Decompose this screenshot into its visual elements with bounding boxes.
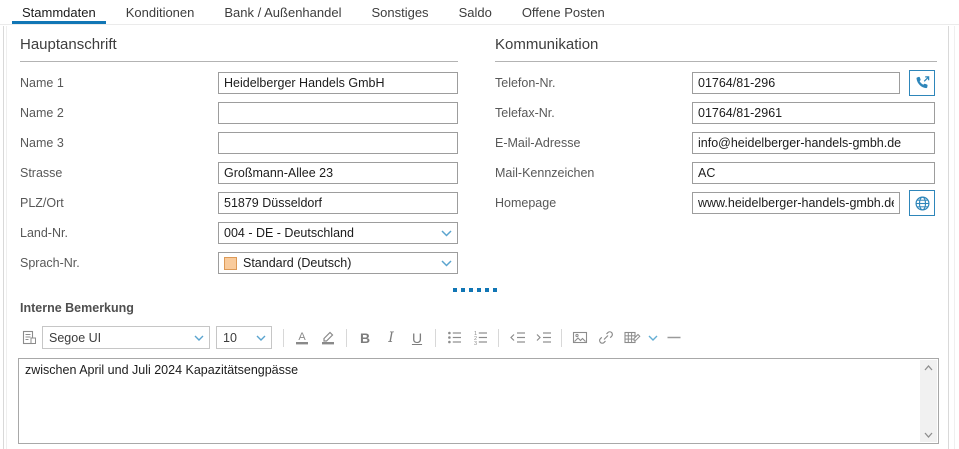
- label-name2: Name 2: [20, 106, 64, 120]
- underline-button[interactable]: U: [405, 326, 429, 350]
- land-nr-value: 004 - DE - Deutschland: [224, 226, 354, 240]
- font-family-value: Segoe UI: [49, 331, 101, 345]
- label-name1: Name 1: [20, 76, 64, 90]
- tab-konditionen[interactable]: Konditionen: [116, 0, 205, 24]
- tab-offene-posten[interactable]: Offene Posten: [512, 0, 615, 24]
- sprach-nr-select[interactable]: Standard (Deutsch): [218, 252, 458, 274]
- remark-editor[interactable]: zwischen April und Juli 2024 Kapazitätse…: [18, 358, 939, 444]
- panel-border-left: [3, 26, 4, 449]
- insert-image-button[interactable]: [568, 326, 592, 350]
- indent-icon: [534, 329, 553, 346]
- label-homepage: Homepage: [495, 196, 556, 210]
- insert-table-icon: [623, 329, 642, 346]
- remark-text: zwischen April und Juli 2024 Kapazitätse…: [25, 363, 912, 377]
- svg-text:3: 3: [474, 341, 477, 346]
- toolbar-separator: [283, 329, 284, 347]
- chevron-down-icon: [441, 230, 452, 237]
- insert-field-icon: [21, 329, 38, 346]
- horizontal-line-button[interactable]: [662, 326, 686, 350]
- section-title-hauptanschrift: Hauptanschrift: [20, 36, 458, 62]
- label-email: E-Mail-Adresse: [495, 136, 580, 150]
- horizontal-line-icon: [666, 329, 682, 346]
- bold-button[interactable]: B: [353, 326, 377, 350]
- tab-sonstiges[interactable]: Sonstiges: [361, 0, 438, 24]
- highlight-color-icon: [320, 329, 336, 346]
- strasse-input[interactable]: [218, 162, 458, 184]
- tab-saldo[interactable]: Saldo: [449, 0, 502, 24]
- svg-text:A: A: [298, 331, 306, 343]
- insert-link-icon: [597, 329, 615, 346]
- toolbar-separator: [435, 329, 436, 347]
- sprach-nr-value: Standard (Deutsch): [243, 256, 351, 270]
- chevron-down-icon: [256, 335, 266, 341]
- telefon-input[interactable]: [692, 72, 900, 94]
- tab-bar: Stammdaten Konditionen Bank / Außenhande…: [0, 0, 959, 25]
- bullet-list-icon: [446, 329, 463, 346]
- bold-icon: B: [360, 331, 370, 345]
- italic-button[interactable]: I: [379, 326, 403, 350]
- scroll-up-button[interactable]: [920, 360, 937, 375]
- mail-kennzeichen-input[interactable]: [692, 162, 935, 184]
- outdent-icon: [508, 329, 527, 346]
- open-homepage-button[interactable]: [909, 190, 935, 216]
- table-menu-button[interactable]: [646, 326, 660, 350]
- insert-table-button[interactable]: [620, 326, 644, 350]
- insert-link-button[interactable]: [594, 326, 618, 350]
- chevron-down-icon: [194, 335, 204, 341]
- toolbar-separator: [561, 329, 562, 347]
- name3-input[interactable]: [218, 132, 458, 154]
- label-name3: Name 3: [20, 136, 64, 150]
- font-color-button[interactable]: A: [290, 326, 314, 350]
- section-title-kommunikation: Kommunikation: [495, 36, 937, 62]
- name1-input[interactable]: [218, 72, 458, 94]
- panel-border-right-inner: [954, 26, 955, 449]
- richtext-toolbar: Segoe UI 10 A B I U 1 2 3: [16, 324, 687, 351]
- language-color-swatch: [224, 257, 237, 270]
- chevron-down-icon: [924, 432, 933, 438]
- underline-icon: U: [412, 331, 422, 345]
- label-mail-kennzeichen: Mail-Kennzeichen: [495, 166, 594, 180]
- telefax-input[interactable]: [692, 102, 935, 124]
- splitter-handle[interactable]: [453, 288, 497, 292]
- highlight-color-button[interactable]: [316, 326, 340, 350]
- toolbar-separator: [346, 329, 347, 347]
- label-strasse: Strasse: [20, 166, 62, 180]
- phone-dial-icon: [914, 75, 931, 92]
- italic-icon: I: [388, 331, 394, 345]
- homepage-input[interactable]: [692, 192, 900, 214]
- insert-image-icon: [571, 329, 589, 346]
- numbered-list-button[interactable]: 1 2 3: [468, 326, 492, 350]
- globe-icon: [914, 195, 931, 212]
- toolbar-separator: [498, 329, 499, 347]
- label-plz-ort: PLZ/Ort: [20, 196, 64, 210]
- land-nr-select[interactable]: 004 - DE - Deutschland: [218, 222, 458, 244]
- tab-stammdaten[interactable]: Stammdaten: [12, 0, 106, 24]
- label-sprach-nr: Sprach-Nr.: [20, 256, 80, 270]
- bullet-list-button[interactable]: [442, 326, 466, 350]
- chevron-down-icon: [441, 260, 452, 267]
- chevron-down-icon: [648, 335, 658, 341]
- label-land-nr: Land-Nr.: [20, 226, 68, 240]
- numbered-list-icon: 1 2 3: [472, 329, 489, 346]
- dial-phone-button[interactable]: [909, 70, 935, 96]
- panel-border-right: [948, 26, 949, 449]
- plz-ort-input[interactable]: [218, 192, 458, 214]
- insert-field-button[interactable]: [17, 326, 41, 350]
- chevron-up-icon: [924, 365, 933, 371]
- outdent-button[interactable]: [505, 326, 529, 350]
- email-input[interactable]: [692, 132, 935, 154]
- tab-bank-aussenhandel[interactable]: Bank / Außenhandel: [214, 0, 351, 24]
- font-size-value: 10: [223, 331, 237, 345]
- scroll-down-button[interactable]: [920, 427, 937, 442]
- vertical-scrollbar[interactable]: [920, 360, 937, 442]
- name2-input[interactable]: [218, 102, 458, 124]
- font-size-select[interactable]: 10: [216, 326, 272, 349]
- font-family-select[interactable]: Segoe UI: [42, 326, 210, 349]
- indent-button[interactable]: [531, 326, 555, 350]
- panel-border-left-inner: [6, 26, 7, 449]
- label-telefax: Telefax-Nr.: [495, 106, 555, 120]
- font-color-icon: A: [294, 329, 310, 346]
- section-title-interne-bemerkung: Interne Bemerkung: [20, 301, 134, 315]
- label-telefon: Telefon-Nr.: [495, 76, 555, 90]
